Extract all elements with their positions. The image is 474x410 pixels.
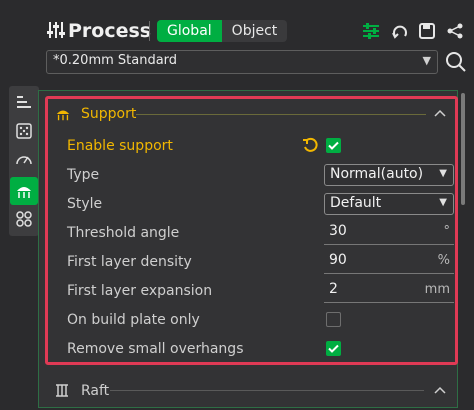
preset-value: *0.20mm Standard [53,53,178,68]
chevron-down-icon: ▼ [422,54,431,67]
global-object-toggle: Global Object [157,20,288,42]
compare-icon[interactable] [389,20,411,42]
quality-tab-icon[interactable] [12,90,36,114]
support-highlight-frame [45,96,458,365]
panel-scrollbar[interactable] [461,93,465,205]
preset-dropdown[interactable]: *0.20mm Standard ▼ [46,50,438,74]
global-toggle-button[interactable]: Global [157,20,222,42]
search-icon[interactable] [445,51,467,73]
others-tab-icon[interactable] [12,207,36,231]
page-title: Process [68,20,152,42]
connections-icon[interactable] [444,20,466,42]
support-tab-icon[interactable] [10,177,38,205]
save-icon[interactable] [416,20,438,42]
raft-section-icon [56,384,68,397]
sliders-title-icon [47,22,65,38]
strength-tab-icon[interactable] [12,119,36,143]
raft-section-title[interactable]: Raft [81,381,109,401]
header-divider [149,21,150,41]
advanced-settings-icon[interactable] [360,20,382,42]
object-toggle-button[interactable]: Object [222,20,288,42]
chevron-up-icon[interactable] [434,386,446,394]
raft-section-divider [110,390,424,391]
speed-tab-icon[interactable] [12,148,36,172]
category-tab-strip [9,86,39,236]
